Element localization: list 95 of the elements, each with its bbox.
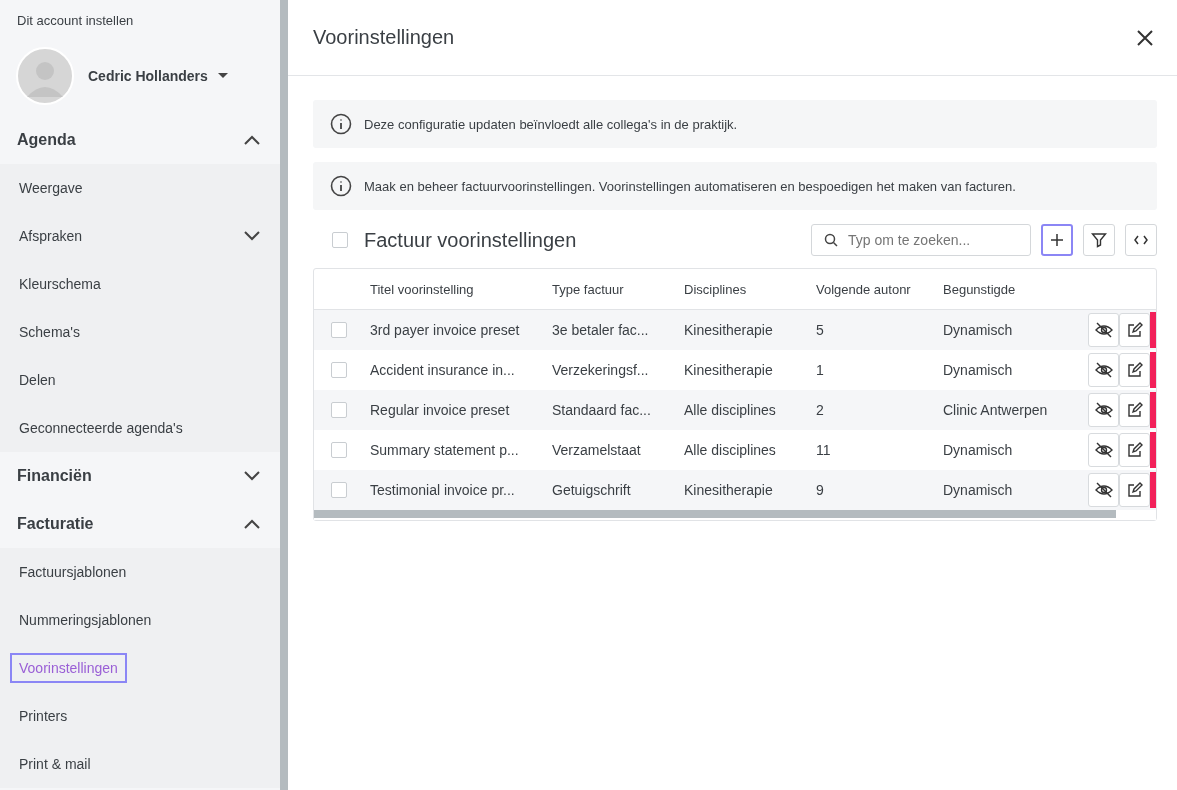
edit-button[interactable] [1119, 313, 1150, 347]
edit-icon [1126, 322, 1143, 338]
checkbox[interactable] [331, 322, 347, 338]
table-cell-text: Summary statement p... [370, 442, 520, 458]
table-cell-text: Alle disciplines [684, 402, 777, 418]
table-cell-text: Dynamisch [943, 442, 1014, 458]
notice-text: Deze configuratie updaten beïnvloedt alle collega's in de praktijk. [364, 116, 738, 132]
plus-icon [1050, 233, 1064, 247]
table-cell-text: Verzamelstaat [552, 442, 642, 458]
code-button[interactable] [1125, 224, 1157, 256]
table-cell-text: Dynamisch [943, 482, 1014, 498]
table-cell-text: Getuigschrift [552, 482, 632, 498]
table-cell-text: 1 [816, 362, 825, 378]
table-cell-text: 11 [816, 442, 832, 458]
table-cell-text: Kinesitherapie [684, 482, 774, 498]
account-label: Dit account instellen [16, 12, 135, 30]
edit-icon [1126, 442, 1143, 458]
table-cell-text: 2 [816, 402, 825, 418]
close-icon[interactable] [1137, 29, 1153, 46]
search-field[interactable]: Typ om te zoeken... [811, 224, 1031, 256]
status-stripe [1150, 432, 1156, 468]
checkbox[interactable] [332, 232, 348, 248]
status-stripe [1150, 312, 1156, 348]
eye-off-icon [1094, 442, 1113, 458]
filter-icon [1091, 232, 1107, 248]
sidebar-item[interactable]: Voorinstellingen [10, 653, 127, 683]
hide-button[interactable] [1088, 393, 1119, 427]
search-icon [824, 233, 838, 247]
section-header[interactable]: Facturatie [17, 515, 94, 533]
eye-off-icon [1094, 482, 1113, 498]
sidebar-item[interactable]: Afspraken [10, 221, 92, 251]
eye-off-icon [1094, 322, 1113, 338]
hide-button[interactable] [1088, 313, 1119, 347]
panel-title: Voorinstellingen [313, 26, 455, 49]
sidebar-item[interactable]: Printers [10, 701, 77, 731]
info-icon [330, 113, 352, 135]
column-header: Begunstigde [943, 281, 1017, 297]
sidebar-item[interactable]: Schema's [10, 317, 90, 347]
table-cell-text: Testimonial invoice pr... [370, 482, 516, 498]
table-cell-text: Kinesitherapie [684, 362, 774, 378]
edit-icon [1126, 362, 1143, 378]
table-cell-text: Verzekeringsf... [552, 362, 650, 378]
code-icon [1134, 235, 1148, 245]
info-icon [330, 175, 352, 197]
filter-button[interactable] [1083, 224, 1115, 256]
hide-button[interactable] [1088, 473, 1119, 507]
edit-button[interactable] [1119, 393, 1150, 427]
table-cell-text: Alle disciplines [684, 442, 777, 458]
section-header[interactable]: Financiën [17, 467, 92, 485]
table-cell-text: Accident insurance in... [370, 362, 516, 378]
sidebar-item[interactable]: Weergave [10, 173, 92, 203]
column-header: Disciplines [684, 281, 748, 297]
status-stripe [1150, 472, 1156, 508]
status-stripe [1150, 352, 1156, 388]
add-button[interactable] [1041, 224, 1073, 256]
table-cell-text: 5 [816, 322, 825, 338]
sidebar-item[interactable]: Delen [10, 365, 65, 395]
table-cell-text: 3rd payer invoice preset [370, 322, 521, 338]
checkbox[interactable] [331, 402, 347, 418]
scrollbar[interactable] [280, 0, 288, 790]
status-stripe [1150, 392, 1156, 428]
hide-button[interactable] [1088, 433, 1119, 467]
table-cell-text: Regular invoice preset [370, 402, 511, 418]
column-header: Titel voorinstelling [370, 281, 475, 297]
edit-icon [1126, 402, 1143, 418]
checkbox[interactable] [331, 442, 347, 458]
table-cell-text: Standaard fac... [552, 402, 652, 418]
table-cell-text: Kinesitherapie [684, 322, 774, 338]
table-title: Factuur voorinstellingen [364, 228, 578, 252]
hide-button[interactable] [1088, 353, 1119, 387]
table-cell-text: 3e betaler fac... [552, 322, 650, 338]
caret-icon[interactable] [217, 73, 228, 79]
checkbox[interactable] [331, 362, 347, 378]
table-cell-text: Clinic Antwerpen [943, 402, 1049, 418]
chevron-icon[interactable] [244, 135, 260, 145]
column-header: Volgende autonr [816, 281, 912, 297]
avatar-silhouette-icon [16, 47, 74, 105]
table-cell-text: Dynamisch [943, 362, 1014, 378]
table-cell-text: 9 [816, 482, 825, 498]
chevron-icon[interactable] [244, 519, 260, 529]
edit-button[interactable] [1119, 353, 1150, 387]
checkbox[interactable] [331, 482, 347, 498]
edit-button[interactable] [1119, 473, 1150, 507]
edit-icon [1126, 482, 1143, 498]
eye-off-icon [1094, 362, 1113, 378]
notice-text: Maak en beheer factuurvoorinstellingen. Voorinstellingen automatiseren en bespoedigen het maken van facturen. [364, 178, 1016, 194]
table-cell-text: Dynamisch [943, 322, 1014, 338]
eye-off-icon [1094, 402, 1113, 418]
column-header: Type factuur [552, 281, 625, 297]
chevron-icon[interactable] [244, 231, 260, 241]
chevron-icon[interactable] [244, 471, 260, 481]
scrollbar[interactable] [314, 510, 1116, 518]
user-name[interactable]: Cedric Hollanders [88, 68, 208, 84]
edit-button[interactable] [1119, 433, 1150, 467]
section-header[interactable]: Agenda [17, 131, 76, 149]
